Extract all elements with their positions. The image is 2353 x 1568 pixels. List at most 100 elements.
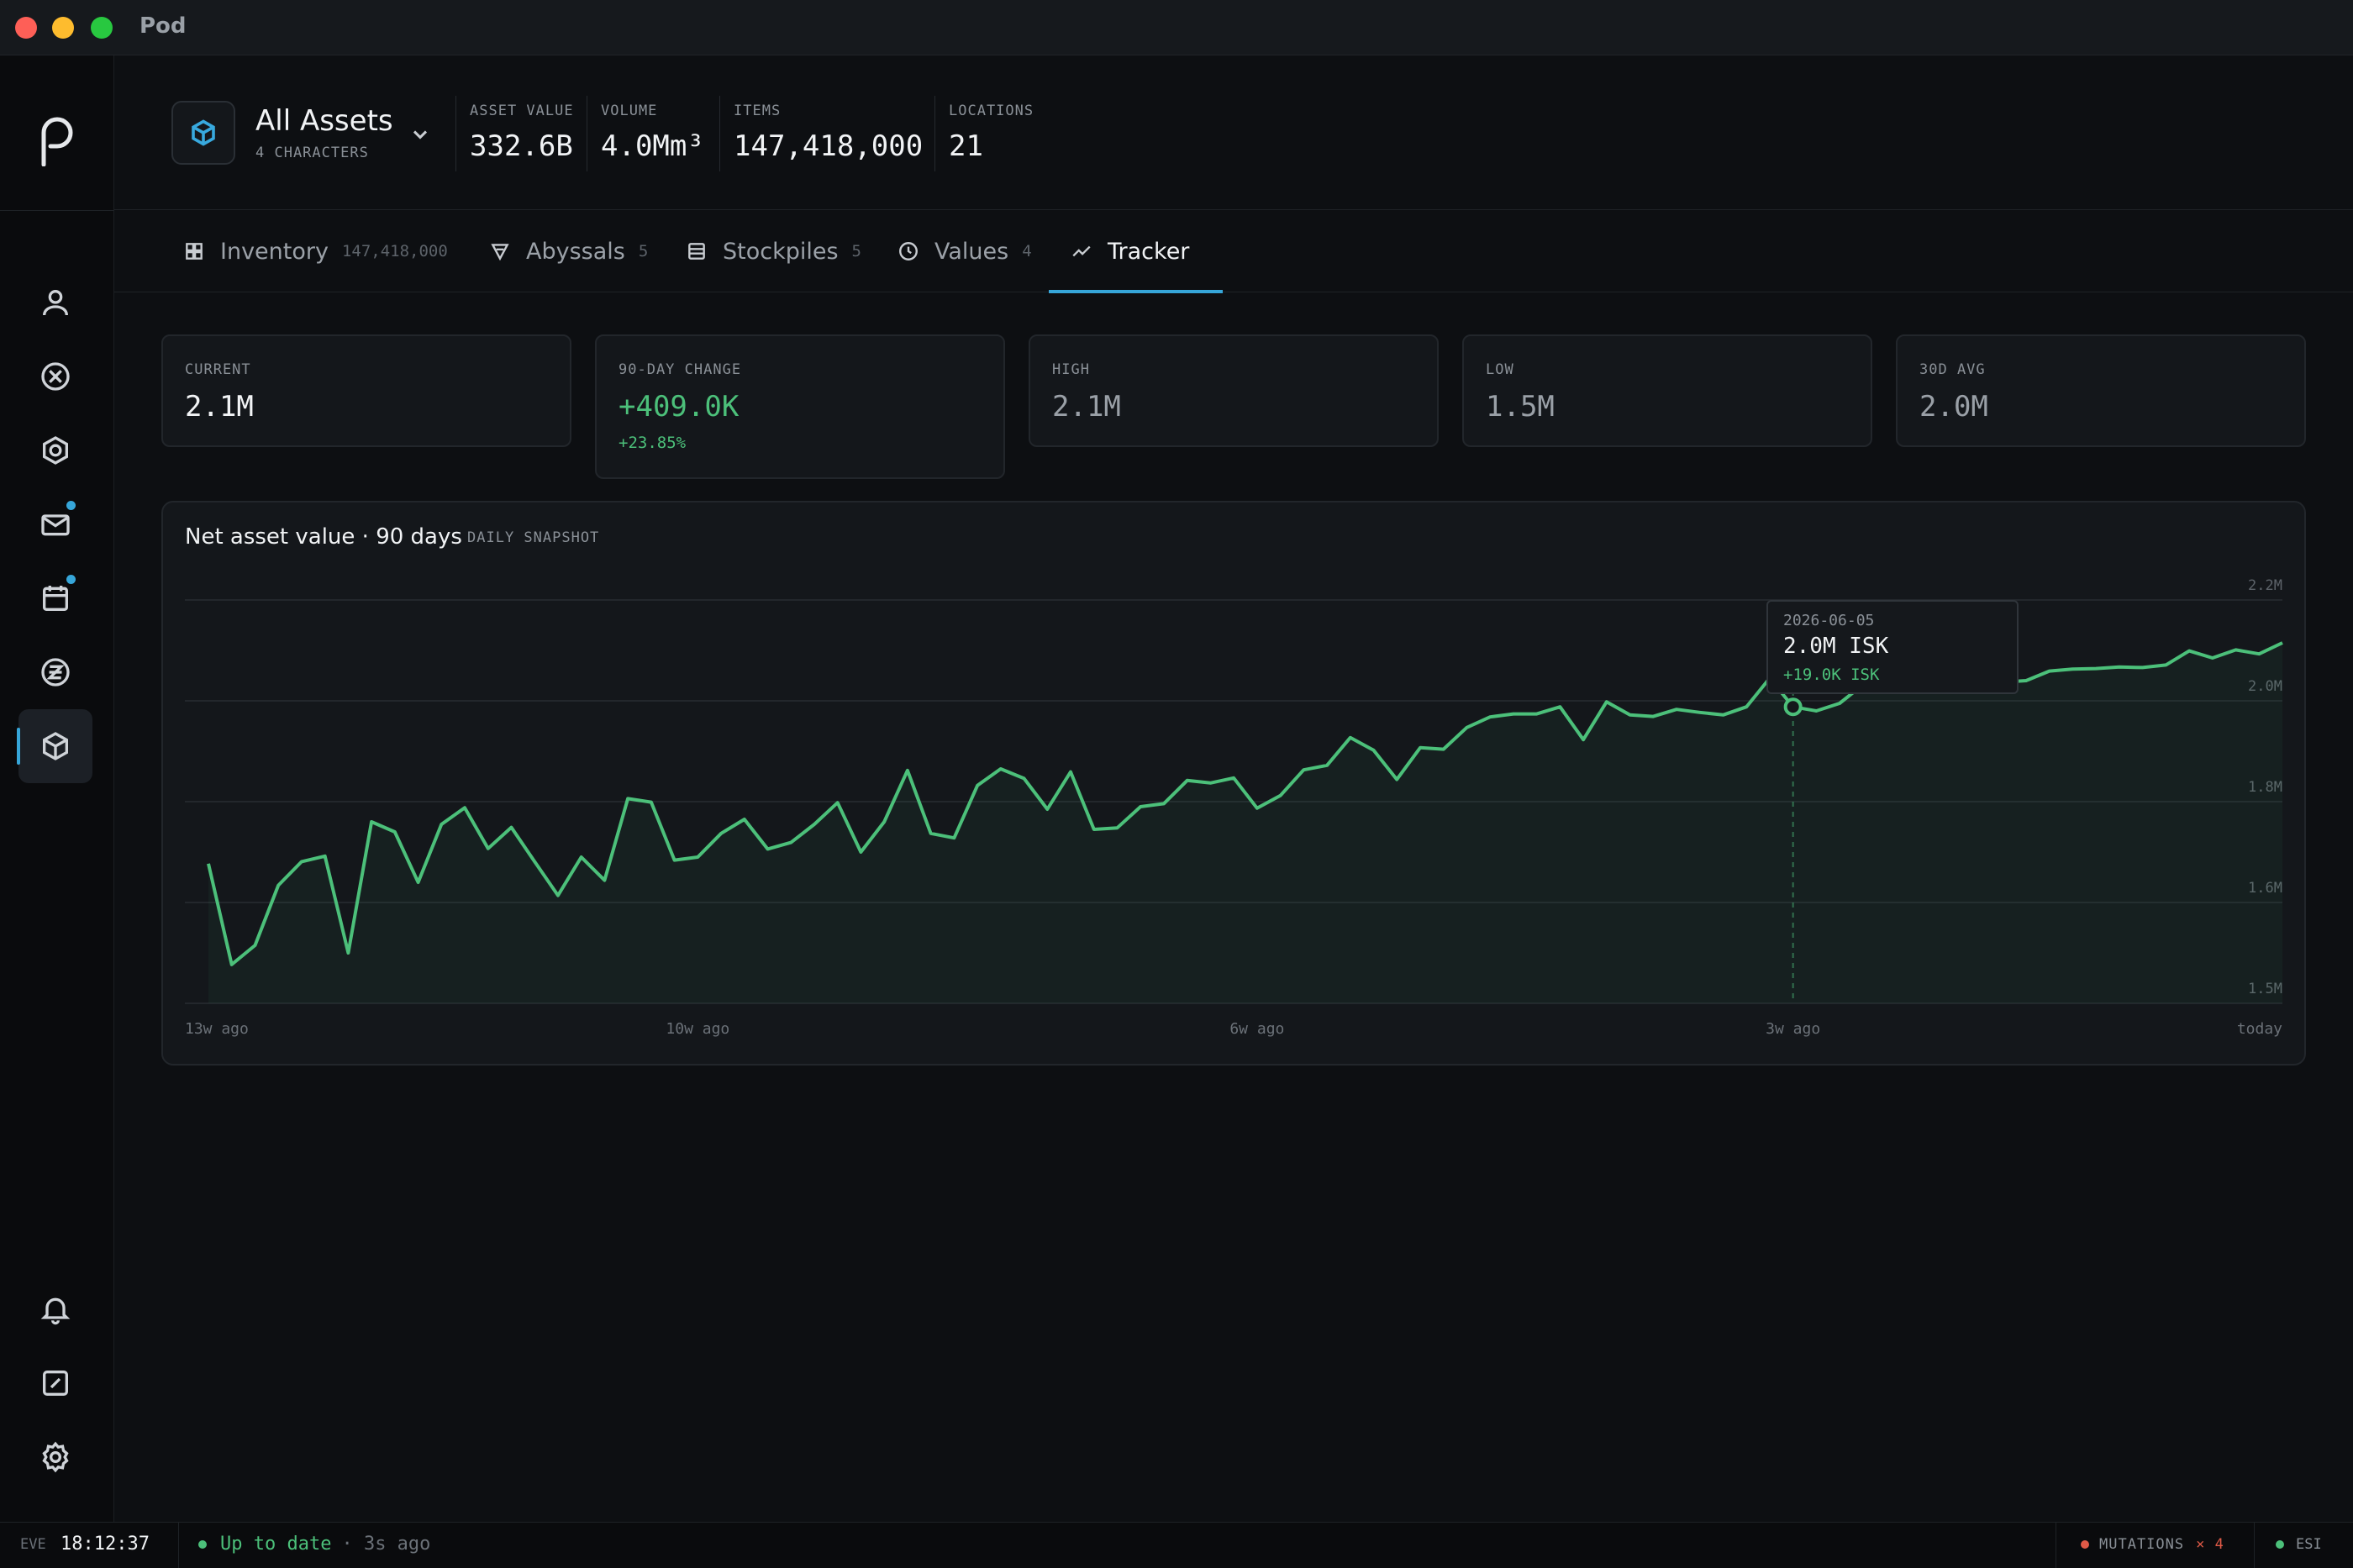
calendar-icon	[43, 586, 68, 611]
sidebar-item-notifications[interactable]	[18, 1272, 92, 1346]
close-window-button[interactable]	[15, 17, 37, 39]
metric-card-high: HIGH 2.1M	[1029, 334, 1439, 447]
sidebar-item-gauge[interactable]	[18, 1346, 92, 1420]
chart-tooltip: 2026-06-05 2.0M ISK +19.0K ISK	[1766, 600, 2019, 694]
tab-bar: Inventory 147,418,000 Abyssals 5 Stockpi…	[114, 210, 2353, 293]
stat-value: 147,418,000	[734, 129, 924, 163]
isk-coin-icon	[41, 658, 70, 687]
sidebar-item-industry[interactable]	[18, 413, 92, 487]
zoom-window-button[interactable]	[91, 17, 113, 39]
sidebar-item-calendar[interactable]	[18, 561, 92, 635]
chevron-down-icon	[413, 130, 428, 139]
tab-label: Tracker	[1108, 238, 1190, 265]
metric-label: 30D AVG	[1919, 361, 1986, 378]
app-logo[interactable]	[32, 108, 79, 167]
metric-label: HIGH	[1052, 361, 1090, 378]
assets-header: All Assets 4 CHARACTERS ASSET VALUE 332.…	[114, 55, 2353, 210]
esi-status[interactable]: ESI	[2276, 1536, 2322, 1553]
stat-volume: VOLUME 4.0Mm³	[587, 96, 704, 171]
tab-label: Stockpiles	[723, 238, 839, 265]
metric-label: LOW	[1486, 361, 1514, 378]
status-divider	[2254, 1523, 2255, 1568]
scope-dropdown-button[interactable]	[408, 123, 432, 146]
sync-status-dot	[198, 1539, 207, 1549]
crossed-circle-icon	[41, 362, 70, 391]
hexagon-icon	[43, 436, 68, 465]
tab-count: 147,418,000	[341, 242, 448, 260]
sidebar-item-settings[interactable]	[18, 1420, 92, 1494]
metric-value: +409.0K	[619, 390, 740, 424]
bell-icon	[40, 1297, 71, 1325]
net-asset-value-chart[interactable]: 2.2M2.0M1.8M1.6M1.5M13w ago 10w ago 6w ago…	[163, 502, 2308, 1067]
net-asset-value-chart-panel: 2.2M 2.0M 1.8M 1.6M 1.5M 13w ago 10w ago 6w ago…	[161, 501, 2306, 1066]
asset-scope-icon	[171, 101, 235, 165]
sync-status-ago: · 3s ago	[341, 1534, 431, 1555]
metric-percent-change: +23.85%	[619, 434, 687, 452]
esi-label: ESI	[2296, 1536, 2322, 1553]
tooltip-value: 2.0M ISK	[1783, 634, 1889, 659]
y-tick-label: 2.2M	[2248, 577, 2282, 594]
gear-icon	[42, 1441, 69, 1473]
trend-icon	[1072, 245, 1091, 257]
gauge-icon	[43, 1371, 68, 1396]
clock-icon	[899, 242, 918, 260]
title-bar: Pod	[0, 0, 2353, 55]
tab-count: 5	[638, 242, 649, 260]
tab-count: 5	[851, 242, 861, 260]
sidebar-item-mail[interactable]	[18, 487, 92, 561]
tab-label: Values	[934, 238, 1009, 265]
sidebar-item-characters[interactable]	[18, 266, 92, 339]
mutations-indicator[interactable]: MUTATIONS × 4	[2081, 1536, 2224, 1553]
sidebar-item-combat[interactable]	[18, 339, 92, 413]
esi-status-dot	[2276, 1540, 2284, 1549]
metric-value: 2.1M	[185, 390, 254, 424]
x-tick-label: today	[2237, 1020, 2282, 1038]
stack-icon	[688, 243, 705, 260]
notification-dot	[66, 501, 76, 510]
metric-value: 2.1M	[1052, 390, 1121, 424]
x-tick-label: 10w ago	[666, 1020, 729, 1038]
sync-status: Up to date · 3s ago	[198, 1534, 430, 1555]
mutations-count: × 4	[2196, 1536, 2224, 1553]
stat-label: VOLUME	[601, 103, 658, 119]
tab-stockpiles[interactable]: Stockpiles 5	[686, 210, 861, 292]
stat-label: ASSET VALUE	[470, 103, 574, 119]
eve-clock-time: 18:12:37	[61, 1534, 150, 1555]
metric-label: CURRENT	[185, 361, 251, 378]
chart-title: Net asset value · 90 days	[185, 524, 462, 550]
eve-clock-label: EVE	[20, 1536, 46, 1553]
stat-items: ITEMS 147,418,000	[719, 96, 923, 171]
sidebar	[0, 55, 114, 1522]
asset-scope-subtitle: 4 CHARACTERS	[255, 145, 369, 161]
mutations-label: MUTATIONS	[2099, 1536, 2185, 1553]
chart-badge: DAILY SNAPSHOT	[467, 529, 600, 546]
grid-icon	[186, 243, 203, 260]
metric-card-low: LOW 1.5M	[1462, 334, 1872, 447]
stat-locations: LOCATIONS 21	[934, 96, 1034, 171]
window-title: Pod	[139, 13, 187, 39]
metric-card-90-day-change: 90-DAY CHANGE +409.0K +23.85%	[595, 334, 1005, 479]
tab-abyssals[interactable]: Abyssals 5	[489, 210, 648, 292]
triangle-filter-icon	[491, 244, 509, 261]
stat-label: LOCATIONS	[949, 103, 1034, 119]
tab-label: Abyssals	[526, 238, 625, 265]
tab-inventory[interactable]: Inventory 147,418,000	[183, 210, 448, 292]
cube-icon	[192, 119, 215, 146]
cube-icon	[43, 732, 68, 760]
tooltip-delta: +19.0K ISK	[1783, 666, 1880, 684]
asset-scope-title[interactable]: All Assets	[255, 104, 393, 138]
sidebar-item-wallet[interactable]	[18, 635, 92, 709]
metric-label: 90-DAY CHANGE	[619, 361, 742, 378]
stat-asset-value: ASSET VALUE 332.6B	[455, 96, 574, 171]
x-tick-label: 3w ago	[1766, 1020, 1820, 1038]
tab-tracker[interactable]: Tracker	[1049, 210, 1224, 293]
metric-card-30d-avg: 30D AVG 2.0M	[1896, 334, 2306, 447]
sidebar-item-assets[interactable]	[17, 709, 92, 783]
metric-value: 2.0M	[1919, 390, 1988, 424]
tab-values[interactable]: Values 4	[898, 210, 1032, 292]
mutations-dot	[2081, 1540, 2089, 1549]
minimize-window-button[interactable]	[52, 17, 74, 39]
chart-area	[208, 643, 2282, 1003]
metric-card-current: CURRENT 2.1M	[161, 334, 571, 447]
metric-value: 1.5M	[1486, 390, 1555, 424]
